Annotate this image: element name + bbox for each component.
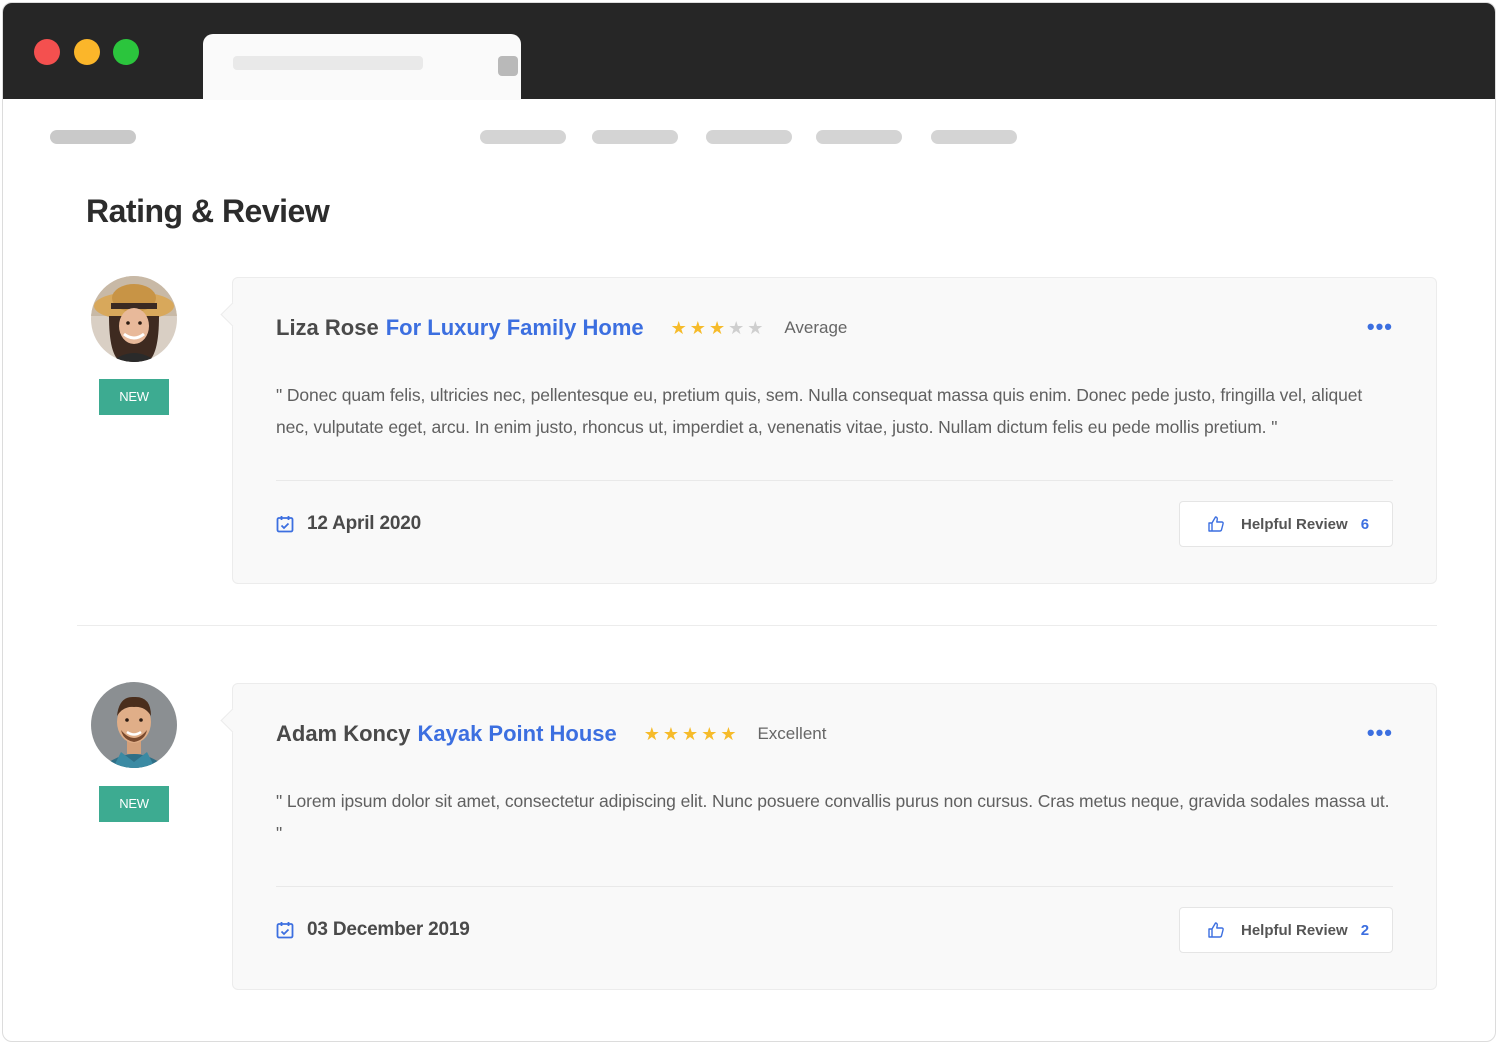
title-bar xyxy=(3,3,1495,100)
property-link[interactable]: Kayak Point House xyxy=(417,721,616,747)
review-date: 12 April 2020 xyxy=(276,513,421,535)
minimize-window-button[interactable] xyxy=(74,39,100,65)
maximize-window-button[interactable] xyxy=(113,39,139,65)
calendar-icon xyxy=(276,516,294,533)
tab-close-icon[interactable] xyxy=(498,56,518,76)
helpful-count: 2 xyxy=(1360,921,1370,939)
rating-label: Average xyxy=(784,318,848,337)
star-rating: ★ ★ ★ ★ ★ xyxy=(644,725,740,743)
logo-placeholder[interactable] xyxy=(50,130,136,144)
reviewer-name: Liza Rose xyxy=(276,315,379,340)
review-header: Adam Koncy Kayak Point House ★ ★ ★ ★ ★ Excel… xyxy=(276,719,826,749)
nav-item-3[interactable] xyxy=(706,130,792,144)
browser-window: Rating & Review NEW Liza Rose For Luxury… xyxy=(2,2,1496,1042)
nav-item-2[interactable] xyxy=(592,130,678,144)
star-filled-icon: ★ xyxy=(682,724,699,744)
calendar-icon xyxy=(276,922,294,939)
section-divider xyxy=(77,625,1437,626)
star-filled-icon: ★ xyxy=(662,724,680,744)
helpful-count: 6 xyxy=(1360,515,1370,533)
rating-label: Excellent xyxy=(757,724,827,743)
card-divider xyxy=(276,480,1393,481)
reviewer-name: Adam Koncy xyxy=(276,721,411,746)
avatar xyxy=(91,276,177,362)
more-options-icon[interactable]: ••• xyxy=(1367,722,1393,744)
star-filled-icon: ★ xyxy=(720,724,737,744)
star-filled-icon: ★ xyxy=(670,318,687,338)
page-title: Rating & Review xyxy=(86,193,330,229)
star-rating: ★ ★ ★ ★ ★ xyxy=(671,319,767,337)
more-options-icon[interactable]: ••• xyxy=(1367,316,1393,338)
new-badge: NEW xyxy=(99,379,169,415)
review-header: Liza Rose For Luxury Family Home ★ ★ ★ ★ ★ A… xyxy=(276,313,847,343)
tab-title-placeholder xyxy=(233,56,423,70)
review-text: " Donec quam felis, ultricies nec, pelle… xyxy=(276,385,1363,437)
review-text: " Lorem ipsum dolor sit amet, consectetu… xyxy=(276,791,1390,843)
browser-tab[interactable] xyxy=(203,34,521,100)
avatar xyxy=(91,682,177,768)
nav-item-4[interactable] xyxy=(816,130,902,144)
nav-item-1[interactable] xyxy=(480,130,566,144)
review-card: Liza Rose For Luxury Family Home ★ ★ ★ ★ ★ A… xyxy=(232,277,1437,584)
date-text: 03 December 2019 xyxy=(307,919,470,940)
review-card: Adam Koncy Kayak Point House ★ ★ ★ ★ ★ Excel… xyxy=(232,683,1437,990)
helpful-label: Helpful Review xyxy=(1241,515,1348,533)
thumbs-up-icon xyxy=(1208,516,1224,532)
thumbs-up-icon xyxy=(1208,922,1224,938)
star-filled-icon: ★ xyxy=(689,318,706,338)
site-navbar xyxy=(3,99,1495,179)
star-filled-icon: ★ xyxy=(708,318,726,338)
property-link[interactable]: For Luxury Family Home xyxy=(386,315,644,341)
date-text: 12 April 2020 xyxy=(307,513,421,534)
helpful-review-button[interactable]: Helpful Review 2 xyxy=(1179,907,1393,953)
star-filled-icon: ★ xyxy=(701,724,718,744)
nav-item-5[interactable] xyxy=(931,130,1017,144)
helpful-label: Helpful Review xyxy=(1241,921,1348,939)
card-divider xyxy=(276,886,1393,887)
close-window-button[interactable] xyxy=(34,39,60,65)
review-date: 03 December 2019 xyxy=(276,919,470,941)
new-badge: NEW xyxy=(99,786,169,822)
star-empty-icon: ★ xyxy=(728,318,745,338)
star-empty-icon: ★ xyxy=(747,318,764,338)
helpful-review-button[interactable]: Helpful Review 6 xyxy=(1179,501,1393,547)
star-filled-icon: ★ xyxy=(643,724,660,744)
